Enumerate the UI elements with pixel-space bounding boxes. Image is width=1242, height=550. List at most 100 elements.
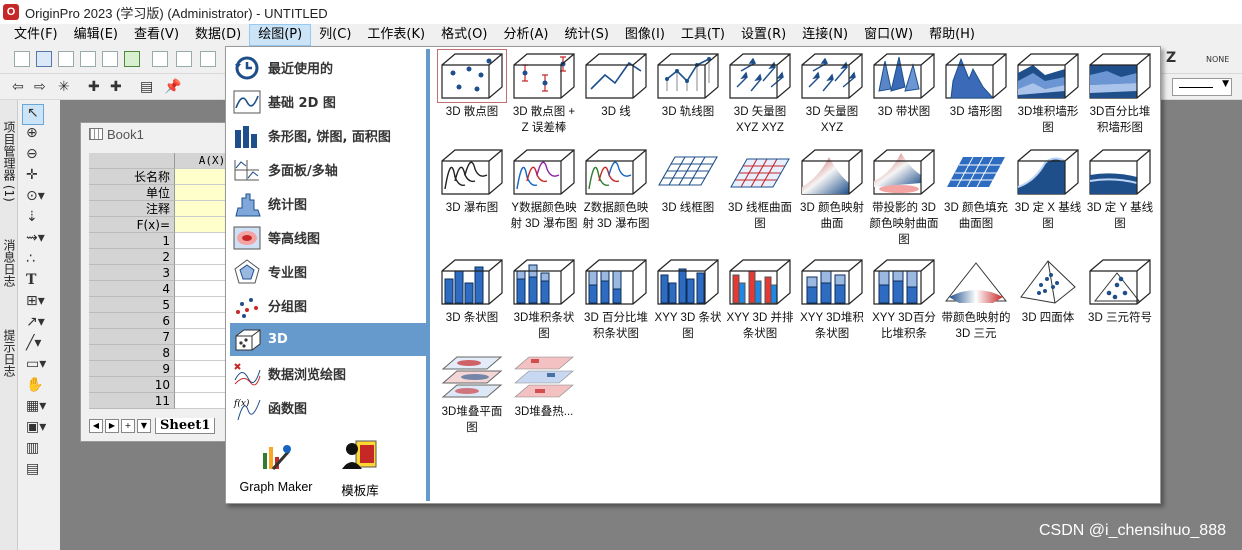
template-item-4[interactable]: 3D 矢量图 XYZ XYZ [724,51,796,136]
row-number[interactable]: 1 [89,233,175,249]
template-item-17[interactable]: 3D 颜色填充曲面图 [940,147,1012,232]
rectangle-tool-icon[interactable]: ▭▾ [22,356,58,377]
hint-log-tab[interactable]: 提示日志 [0,318,18,388]
template-item-25[interactable]: XYY 3D堆积条状图 [796,257,868,342]
screen-reader-icon[interactable]: ⊙▾ [22,188,58,209]
none-button[interactable]: NONE [1206,55,1229,64]
corner-cell[interactable] [89,153,175,169]
category-item-7[interactable]: 分组图 [230,289,426,322]
data-reader-icon[interactable]: ✛ [22,167,58,188]
row-number[interactable]: 9 [89,361,175,377]
new-table-icon[interactable] [102,51,118,67]
row-number[interactable]: 7 [89,329,175,345]
layer-tool-icon[interactable]: ▦▾ [22,398,58,419]
hand-tool-icon[interactable]: ✋ [22,377,58,398]
undo-icon[interactable]: ⇦ [12,79,24,95]
menu-item-5[interactable]: 列(C) [311,24,359,46]
stats-tool-icon[interactable]: ▥ [22,440,58,461]
open-icon[interactable] [200,51,216,67]
template-item-10[interactable]: 3D 瀑布图 [436,147,508,216]
text-tool-icon[interactable]: T [22,272,58,293]
row-number[interactable]: 2 [89,249,175,265]
template-item-22[interactable]: 3D 百分比堆积条状图 [580,257,652,342]
template-item-26[interactable]: XYY 3D百分比堆积条 [868,257,940,342]
template-item-11[interactable]: Y数据颜色映射 3D 瀑布图 [508,147,580,232]
label-row-header[interactable]: F(x)= [89,217,175,233]
category-item-5[interactable]: 等高线图 [230,221,426,254]
new-layout-icon[interactable] [152,51,168,67]
menu-item-9[interactable]: 统计(S) [557,24,617,46]
menu-item-11[interactable]: 工具(T) [673,24,733,46]
template-item-16[interactable]: 带投影的 3D 颜色映射曲面图 [868,147,940,248]
row-number[interactable]: 6 [89,313,175,329]
data-selector-icon[interactable]: ⇝▾ [22,230,58,251]
row-number[interactable]: 5 [89,297,175,313]
menu-item-14[interactable]: 窗口(W) [856,24,921,46]
template-item-21[interactable]: 3D堆积条状图 [508,257,580,342]
add-row-icon[interactable]: ✚ [110,79,122,95]
menu-item-2[interactable]: 查看(V) [126,24,187,46]
template-library-button[interactable]: 模板库 [328,439,392,499]
template-item-29[interactable]: 3D 三元符号 [1084,257,1156,326]
line-tool-icon[interactable]: ╱▾ [22,335,58,356]
template-item-19[interactable]: 3D 定 Y 基线图 [1084,147,1156,232]
category-item-2[interactable]: 条形图, 饼图, 面积图 [230,119,426,152]
project-explorer-tab[interactable]: 项目管理器 (1) [0,106,18,216]
redo-icon[interactable]: ⇨ [34,79,46,95]
template-item-20[interactable]: 3D 条状图 [436,257,508,326]
insert-graph-icon[interactable]: ▣▾ [22,419,58,440]
menu-item-13[interactable]: 连接(N) [794,24,856,46]
arrow-tool-icon[interactable]: ↗▾ [22,314,58,335]
menu-item-3[interactable]: 数据(D) [187,24,249,46]
category-item-8[interactable]: 3D [230,323,426,356]
label-row-header[interactable]: 长名称 [89,169,175,185]
template-item-8[interactable]: 3D堆积墙形图 [1012,51,1084,136]
menu-item-0[interactable]: 文件(F) [6,24,66,46]
zoom-in-tool-icon[interactable]: ⊕ [22,125,58,146]
row-number[interactable]: 4 [89,281,175,297]
sheet-prev-icon[interactable]: ◀ [89,419,103,433]
label-row-header[interactable]: 注释 [89,201,175,217]
template-item-13[interactable]: 3D 线框图 [652,147,724,216]
pointer-tool-icon[interactable]: ↖ [22,104,44,125]
template-item-15[interactable]: 3D 颜色映射曲面 [796,147,868,232]
category-item-10[interactable]: f(x) 函数图 [230,391,426,424]
template-item-14[interactable]: 3D 线框曲面图 [724,147,796,232]
template-item-5[interactable]: 3D 矢量图 XYZ [796,51,868,136]
category-item-1[interactable]: 基础 2D 图 [230,85,426,118]
menu-item-1[interactable]: 编辑(E) [66,24,126,46]
message-log-tab[interactable]: 消息日志 [0,228,18,298]
annotation-tool-icon[interactable]: ⊞▾ [22,293,58,314]
pin-icon[interactable]: 📌 [164,79,181,95]
template-item-18[interactable]: 3D 定 X 基线图 [1012,147,1084,232]
new-function-icon[interactable] [124,51,140,67]
sheet-list-icon[interactable]: ▼ [137,419,151,433]
row-number[interactable]: 11 [89,393,175,409]
menu-item-7[interactable]: 格式(O) [433,24,495,46]
menu-item-6[interactable]: 工作表(K) [359,24,433,46]
row-number[interactable]: 8 [89,345,175,361]
label-row-header[interactable]: 单位 [89,185,175,201]
template-item-27[interactable]: 带颜色映射的 3D 三元 [940,257,1012,342]
sheet-tab[interactable]: Sheet1 [155,418,216,434]
mask-tool-icon[interactable]: ⇣ [22,209,58,230]
add-column-icon[interactable]: ✚ [88,79,100,95]
menu-item-15[interactable]: 帮助(H) [921,24,983,46]
z-axis-button[interactable]: Z [1166,50,1176,66]
new-workbook-icon[interactable] [36,51,52,67]
template-item-3[interactable]: 3D 轨线图 [652,51,724,120]
template-item-6[interactable]: 3D 带状图 [868,51,940,120]
template-item-24[interactable]: XYY 3D 并排条状图 [724,257,796,342]
sheet-next-icon[interactable]: ▶ [105,419,119,433]
menu-item-8[interactable]: 分析(A) [495,24,556,46]
new-graph-icon[interactable] [80,51,96,67]
new-matrix-icon[interactable] [58,51,74,67]
template-item-30[interactable]: 3D堆叠平面图 [436,351,508,436]
menu-item-4[interactable]: 绘图(P) [249,24,312,46]
template-item-23[interactable]: XYY 3D 条状图 [652,257,724,342]
region-tool-icon[interactable]: ∴ [22,251,58,272]
row-number[interactable]: 3 [89,265,175,281]
zoom-out-tool-icon[interactable]: ⊖ [22,146,58,167]
refresh-icon[interactable]: ✳ [58,79,70,95]
book-title-bar[interactable]: Book1 [81,123,249,145]
